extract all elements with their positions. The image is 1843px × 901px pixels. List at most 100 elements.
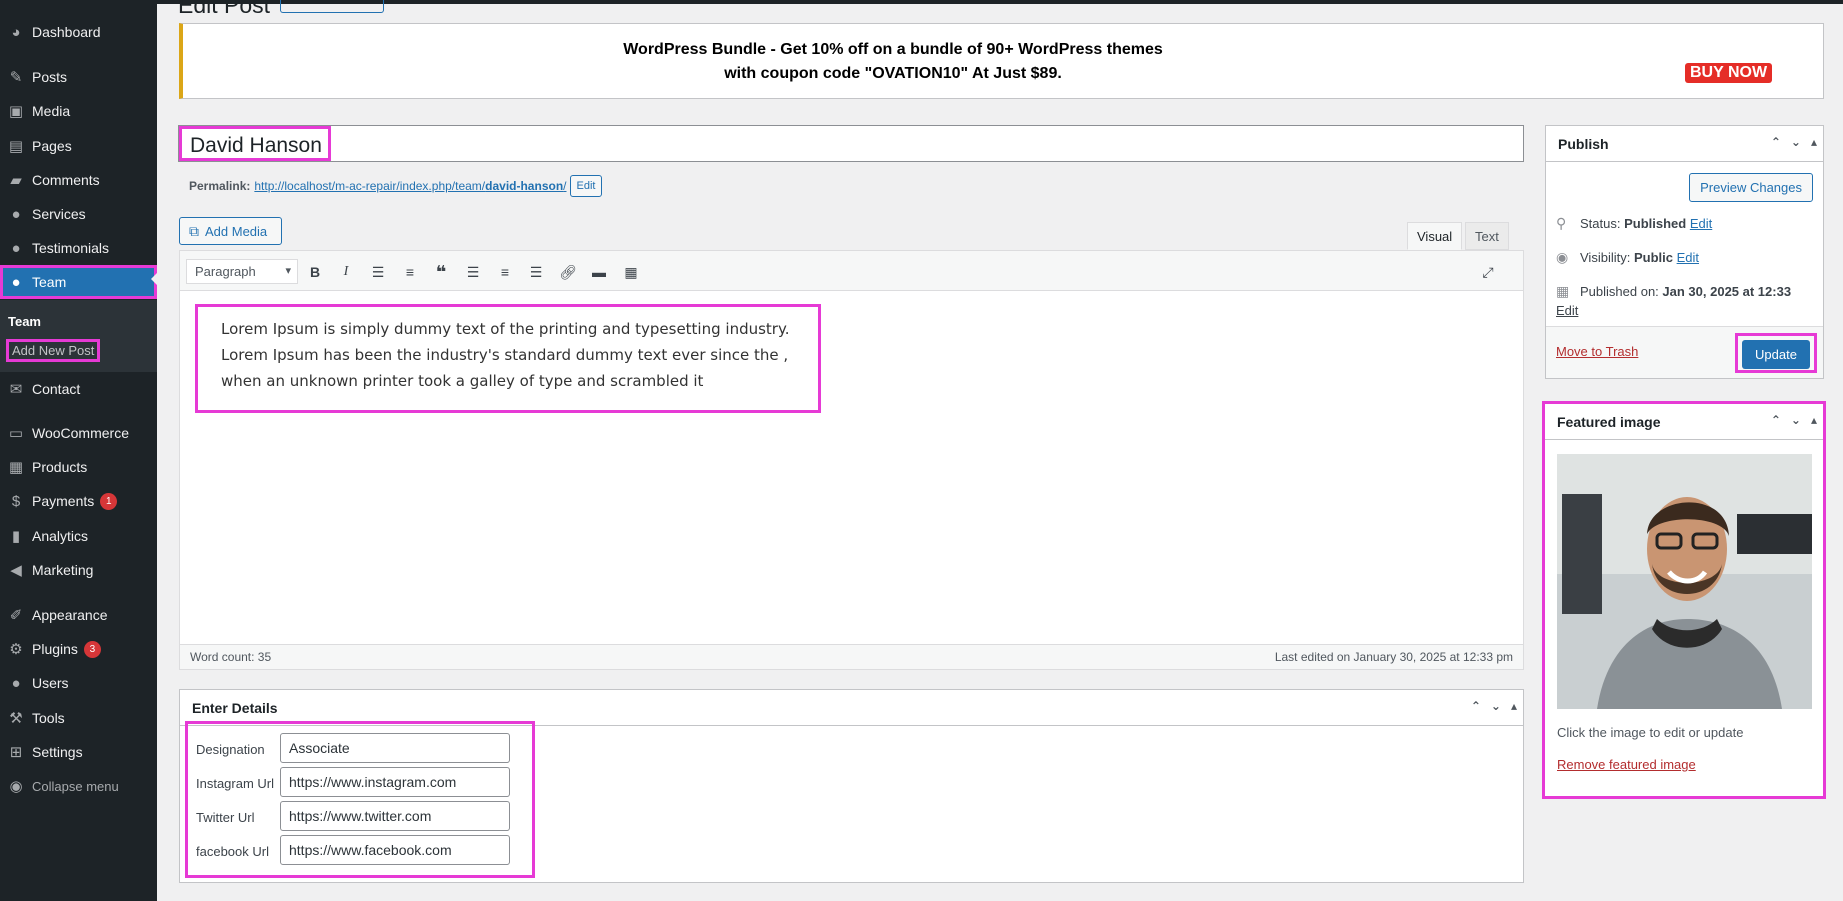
move-to-trash-link[interactable]: Move to Trash xyxy=(1556,344,1638,359)
add-new-button[interactable] xyxy=(280,0,384,13)
status-edit-link[interactable]: Edit xyxy=(1690,216,1712,231)
instagram-url-input[interactable]: https://www.instagram.com xyxy=(280,767,510,797)
sidebar-item-payments[interactable]: $ Payments 1 xyxy=(0,487,157,515)
remove-featured-image-link[interactable]: Remove featured image xyxy=(1557,757,1696,772)
permalink-link[interactable]: http://localhost/m-ac-repair/index.php/t… xyxy=(254,179,566,193)
add-media-icon: ⧉ xyxy=(189,222,199,239)
media-icon: ▣ xyxy=(8,103,24,120)
chart-icon: ▮ xyxy=(11,528,21,545)
featured-heading: Featured image ⌃ ⌄ ▴ xyxy=(1545,404,1823,440)
toggle-panel-icon[interactable]: ▴ xyxy=(1511,699,1517,713)
portrait-photo xyxy=(1557,454,1812,709)
permalink-label: Permalink: xyxy=(189,179,251,193)
add-new-post-link[interactable]: Add New Post xyxy=(6,339,101,362)
facebook-url-input[interactable]: https://www.facebook.com xyxy=(280,835,510,865)
featured-image-thumbnail[interactable] xyxy=(1557,454,1812,709)
align-right-icon[interactable]: ☰ xyxy=(524,261,548,283)
toolbar-toggle-icon[interactable]: ▦ xyxy=(619,261,643,283)
post-title-input[interactable]: David Hanson xyxy=(179,126,331,161)
collapse-menu-button[interactable]: ◉ Collapse menu xyxy=(0,772,157,800)
featured-image-box: Featured image ⌃ ⌄ ▴ Click the image to … xyxy=(1542,401,1826,799)
archive-icon: ▦ xyxy=(8,459,24,476)
submenu-heading[interactable]: Team xyxy=(8,314,41,329)
sidebar-item-testimonials[interactable]: ● Testimonials xyxy=(0,234,157,262)
preview-changes-button[interactable]: Preview Changes xyxy=(1689,173,1813,202)
brush-icon: ✐ xyxy=(9,607,23,624)
sidebar-item-analytics[interactable]: ▮ Analytics xyxy=(0,522,157,550)
pin-icon: ✎ xyxy=(9,69,23,86)
sidebar-item-contact[interactable]: ✉ Contact xyxy=(0,375,157,403)
visibility-edit-link[interactable]: Edit xyxy=(1677,250,1699,265)
dollar-icon: $ xyxy=(11,492,21,510)
bold-icon[interactable]: B xyxy=(303,261,327,283)
sidebar-item-appearance[interactable]: ✐ Appearance xyxy=(0,601,157,629)
bullet-list-icon[interactable]: ☰ xyxy=(366,261,390,283)
numbered-list-icon[interactable]: ≡ xyxy=(398,261,422,283)
collapse-icon: ◉ xyxy=(9,778,23,795)
italic-icon[interactable]: I xyxy=(334,261,358,283)
sidebar-item-woocommerce[interactable]: ▭ WooCommerce xyxy=(0,419,157,447)
format-select[interactable]: Paragraph xyxy=(186,259,298,284)
comment-icon: ▰ xyxy=(10,172,22,189)
user-icon: ● xyxy=(11,273,21,291)
payments-count-badge: 1 xyxy=(100,492,118,510)
woo-icon: ▭ xyxy=(8,425,24,442)
blockquote-icon[interactable]: ❝ xyxy=(429,261,453,283)
published-on-edit-link[interactable]: Edit xyxy=(1556,303,1578,318)
align-left-icon[interactable]: ☰ xyxy=(461,261,485,283)
twitter-url-input[interactable]: https://www.twitter.com xyxy=(280,801,510,831)
permalink-edit-button[interactable]: Edit xyxy=(569,175,603,197)
toggle-panel-icon[interactable]: ▴ xyxy=(1811,135,1817,149)
sidebar-item-tools[interactable]: ⚒ Tools xyxy=(0,704,157,732)
toggle-panel-icon[interactable]: ▴ xyxy=(1811,413,1817,427)
move-down-icon[interactable]: ⌄ xyxy=(1791,135,1801,149)
tab-visual[interactable]: Visual xyxy=(1407,222,1463,250)
align-center-icon[interactable]: ≡ xyxy=(493,261,517,283)
designation-input[interactable]: Associate xyxy=(280,733,510,763)
sidebar-item-plugins[interactable]: ⚙ Plugins 3 xyxy=(0,635,157,663)
editor-status-bar: Word count: 35 Last edited on January 30… xyxy=(180,644,1523,669)
instagram-label: Instagram Url xyxy=(196,776,275,791)
sidebar-item-pages[interactable]: ▤ Pages xyxy=(0,132,157,160)
sidebar-item-marketing[interactable]: ◀ Marketing xyxy=(0,556,157,584)
facebook-label: facebook Url xyxy=(196,844,269,859)
pages-icon: ▤ xyxy=(8,138,24,155)
title-field[interactable]: David Hanson xyxy=(178,125,1524,162)
sidebar-item-posts[interactable]: ✎ Posts xyxy=(0,63,157,91)
move-up-icon[interactable]: ⌃ xyxy=(1771,135,1781,149)
sidebar-item-media[interactable]: ▣ Media xyxy=(0,97,157,125)
update-button[interactable]: Update xyxy=(1742,340,1810,369)
visibility-row: ◉ Visibility: Public Edit xyxy=(1556,249,1700,265)
sidebar-item-services[interactable]: ● Services xyxy=(0,200,157,228)
eye-icon: ◉ xyxy=(1556,249,1569,265)
twitter-row: Twitter Url https://www.twitter.com xyxy=(196,801,526,831)
move-up-icon[interactable]: ⌃ xyxy=(1771,413,1781,427)
sidebar-item-settings[interactable]: ⊞ Settings xyxy=(0,738,157,766)
word-count: Word count: 35 xyxy=(190,650,272,664)
dashboard-icon: ◕ xyxy=(11,23,21,41)
designation-row: Designation Associate xyxy=(196,733,526,763)
move-up-icon[interactable]: ⌃ xyxy=(1471,699,1481,713)
tab-text[interactable]: Text xyxy=(1465,222,1509,250)
sidebar-item-products[interactable]: ▦ Products xyxy=(0,453,157,481)
link-icon[interactable]: 🔗︎ xyxy=(556,261,580,283)
sidebar-item-dashboard[interactable]: ◕ Dashboard xyxy=(0,18,157,46)
admin-sidebar: ◕ Dashboard ✎ Posts ▣ Media ▤ Pages ▰ Comment… xyxy=(0,0,157,901)
banner-line-1: WordPress Bundle - Get 10% off on a bund… xyxy=(623,41,1163,58)
publish-heading: Publish ⌃ ⌄ ▴ xyxy=(1546,126,1823,162)
user-icon: ● xyxy=(11,239,21,257)
add-media-button[interactable]: ⧉ Add Media xyxy=(179,217,282,245)
move-down-icon[interactable]: ⌄ xyxy=(1491,699,1501,713)
read-more-icon[interactable]: ▬ xyxy=(587,261,611,283)
move-down-icon[interactable]: ⌄ xyxy=(1791,413,1801,427)
user-icon: ● xyxy=(11,205,21,223)
sidebar-item-users[interactable]: ● Users xyxy=(0,669,157,697)
plugin-icon: ⚙ xyxy=(9,641,23,658)
sidebar-item-comments[interactable]: ▰ Comments xyxy=(0,166,157,194)
publish-actions: Move to Trash Update xyxy=(1546,326,1823,378)
fullscreen-icon[interactable]: ⤢ xyxy=(1476,261,1500,283)
sidebar-item-team[interactable]: ● Team xyxy=(0,265,157,299)
editor-content[interactable]: Lorem Ipsum is simply dummy text of the … xyxy=(195,304,821,413)
editor-toolbar: Paragraph B I ☰ ≡ ❝ ☰ ≡ ☰ 🔗︎ ▬ ▦ ⤢ xyxy=(180,251,1523,291)
buy-now-button[interactable]: BUY NOW xyxy=(1685,63,1773,83)
